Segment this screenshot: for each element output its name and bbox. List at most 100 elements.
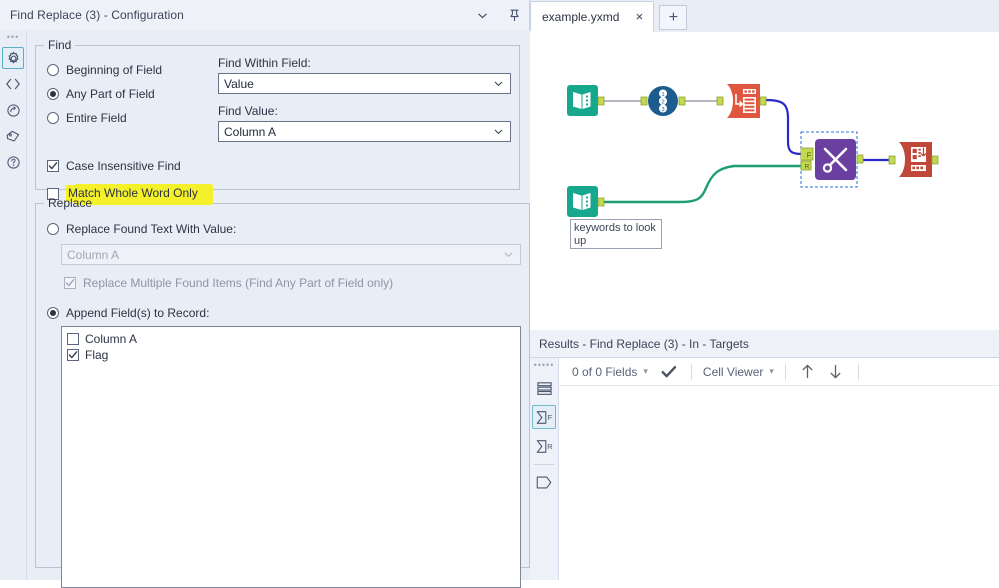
configuration-panel: Find Replace (3) - Configuration ••• Fin…: [0, 0, 530, 588]
cell-viewer-selector[interactable]: Cell Viewer ▾: [703, 365, 774, 379]
rail-grip: •••: [6, 32, 20, 42]
find-group-legend: Find: [48, 38, 72, 52]
help-icon[interactable]: [2, 151, 24, 173]
toolbar-separator: [857, 363, 859, 380]
replace-value-value: Column A: [67, 247, 120, 262]
code-icon[interactable]: [2, 73, 24, 95]
chevron-down-icon[interactable]: [471, 4, 493, 26]
node-input-data-1: [567, 85, 605, 116]
list-item-label: Column A: [85, 331, 138, 346]
radio-replace-found-text[interactable]: Replace Found Text With Value:: [47, 218, 521, 239]
tab-example-yxmd[interactable]: example.yxmd ×: [530, 1, 655, 32]
find-value-select[interactable]: Column A: [218, 121, 511, 142]
checkbox-input[interactable]: [67, 348, 79, 361]
configuration-titlebar: Find Replace (3) - Configuration: [0, 0, 529, 31]
checkbox-replace-multiple-found-items: Replace Multiple Found Items (Find Any P…: [64, 272, 521, 293]
radio-input[interactable]: [47, 306, 59, 319]
results-grid[interactable]: [559, 386, 999, 580]
svg-text:1: 1: [661, 92, 664, 98]
checkbox-input[interactable]: [67, 332, 79, 345]
tab-label: example.yxmd: [542, 9, 620, 24]
list-item[interactable]: Flag: [67, 347, 520, 362]
fields-selector[interactable]: 0 of 0 Fields ▾: [572, 365, 648, 379]
tag-icon[interactable]: [2, 125, 24, 147]
chevron-down-icon: [503, 245, 514, 264]
replace-group: Replace Replace Found Text With Value: C…: [35, 196, 530, 588]
svg-text:F: F: [807, 151, 812, 160]
append-fields-listbox[interactable]: Column A Flag: [61, 326, 521, 588]
radio-input[interactable]: [47, 87, 59, 100]
configuration-titlebar-buttons: [471, 0, 525, 30]
find-field-column: Find Within Field: Value Find Value: Col…: [216, 56, 511, 142]
replace-value-select: Column A: [61, 244, 521, 265]
annotation-icon[interactable]: [2, 99, 24, 121]
radio-input[interactable]: [47, 111, 59, 124]
radio-entire-field[interactable]: Entire Field: [47, 107, 216, 128]
svg-text:R: R: [805, 163, 810, 170]
results-header: Results - Find Replace (3) - In - Target…: [530, 330, 999, 358]
cell-viewer-label: Cell Viewer: [702, 364, 764, 379]
gear-icon[interactable]: [2, 47, 24, 69]
chevron-down-icon: [493, 74, 504, 93]
node-find-replace: F R: [800, 131, 864, 188]
configuration-title: Find Replace (3) - Configuration: [10, 8, 184, 22]
new-tab-button[interactable]: +: [659, 5, 688, 30]
alteryx-designer-window: Find Replace (3) - Configuration ••• Fin…: [0, 0, 999, 588]
find-within-field-label: Find Within Field:: [218, 56, 311, 70]
chevron-down-icon: ▾: [769, 366, 774, 376]
radio-input[interactable]: [47, 63, 59, 76]
find-radio-column: Beginning of Field Any Part of Field Ent…: [44, 56, 216, 142]
radio-label: Replace Found Text With Value:: [66, 221, 237, 236]
radio-label: Any Part of Field: [66, 86, 155, 101]
results-toolbar: 0 of 0 Fields ▾ Cell Viewer ▾: [559, 358, 999, 386]
configuration-body: Find Beginning of Field Any Part of Fiel…: [27, 30, 530, 588]
radio-any-part-of-field[interactable]: Any Part of Field: [47, 83, 216, 104]
find-within-field-select[interactable]: Value: [218, 73, 511, 94]
tag-outline-icon[interactable]: [532, 470, 556, 494]
list-item[interactable]: Column A: [67, 331, 520, 346]
rail-separator: [534, 464, 554, 465]
pin-icon[interactable]: [503, 4, 525, 26]
checkmark-icon[interactable]: [658, 362, 680, 382]
list-item-label: Flag: [85, 347, 109, 362]
find-within-field-value: Value: [224, 76, 254, 91]
toolbar-separator: [690, 363, 692, 380]
chevron-down-icon: [493, 122, 504, 141]
node-text-to-columns: [716, 84, 767, 118]
svg-text:3: 3: [661, 107, 664, 113]
radio-beginning-of-field[interactable]: Beginning of Field: [47, 59, 216, 80]
checkbox-input[interactable]: [47, 159, 59, 172]
sigma-f-icon[interactable]: F: [532, 405, 556, 429]
checkbox-case-insensitive-find[interactable]: Case Insensitive Find: [47, 155, 511, 176]
document-tabstrip: example.yxmd × +: [530, 0, 999, 33]
checkbox-label: Case Insensitive Find: [66, 158, 181, 173]
checkbox-input: [64, 276, 76, 289]
workflow-canvas[interactable]: 1 2 3 F R keywords to look up: [530, 32, 999, 331]
radio-label: Append Field(s) to Record:: [66, 305, 210, 320]
radio-label: Beginning of Field: [66, 62, 163, 77]
svg-text:F: F: [548, 413, 553, 422]
radio-append-fields-to-record[interactable]: Append Field(s) to Record:: [47, 302, 521, 323]
rows-icon[interactable]: [532, 376, 556, 400]
radio-input[interactable]: [47, 222, 59, 235]
find-value-value: Column A: [224, 124, 277, 139]
workflow-connections: 1 2 3 F R: [567, 84, 939, 217]
svg-text:R: R: [547, 442, 553, 451]
node-input-data-2: [567, 186, 605, 217]
sigma-r-icon[interactable]: R: [532, 434, 556, 458]
rail-grip: •••••: [533, 360, 555, 370]
svg-text:2: 2: [661, 99, 664, 105]
find-group: Find Beginning of Field Any Part of Fiel…: [35, 38, 520, 202]
results-icon-rail: ••••• F R: [530, 358, 559, 580]
arrow-up-icon[interactable]: [797, 362, 819, 382]
toolbar-separator: [784, 363, 786, 380]
node-record-id: 1 2 3: [640, 86, 686, 116]
close-icon[interactable]: ×: [631, 9, 647, 25]
replace-group-legend: Replace: [48, 196, 93, 210]
node-annotation-keywords[interactable]: keywords to look up: [570, 219, 662, 249]
configuration-icon-rail: •••: [0, 30, 27, 580]
chevron-down-icon: ▾: [643, 366, 648, 376]
node-browse-output: [888, 142, 939, 177]
arrow-down-icon[interactable]: [825, 362, 847, 382]
radio-label: Entire Field: [66, 110, 127, 125]
